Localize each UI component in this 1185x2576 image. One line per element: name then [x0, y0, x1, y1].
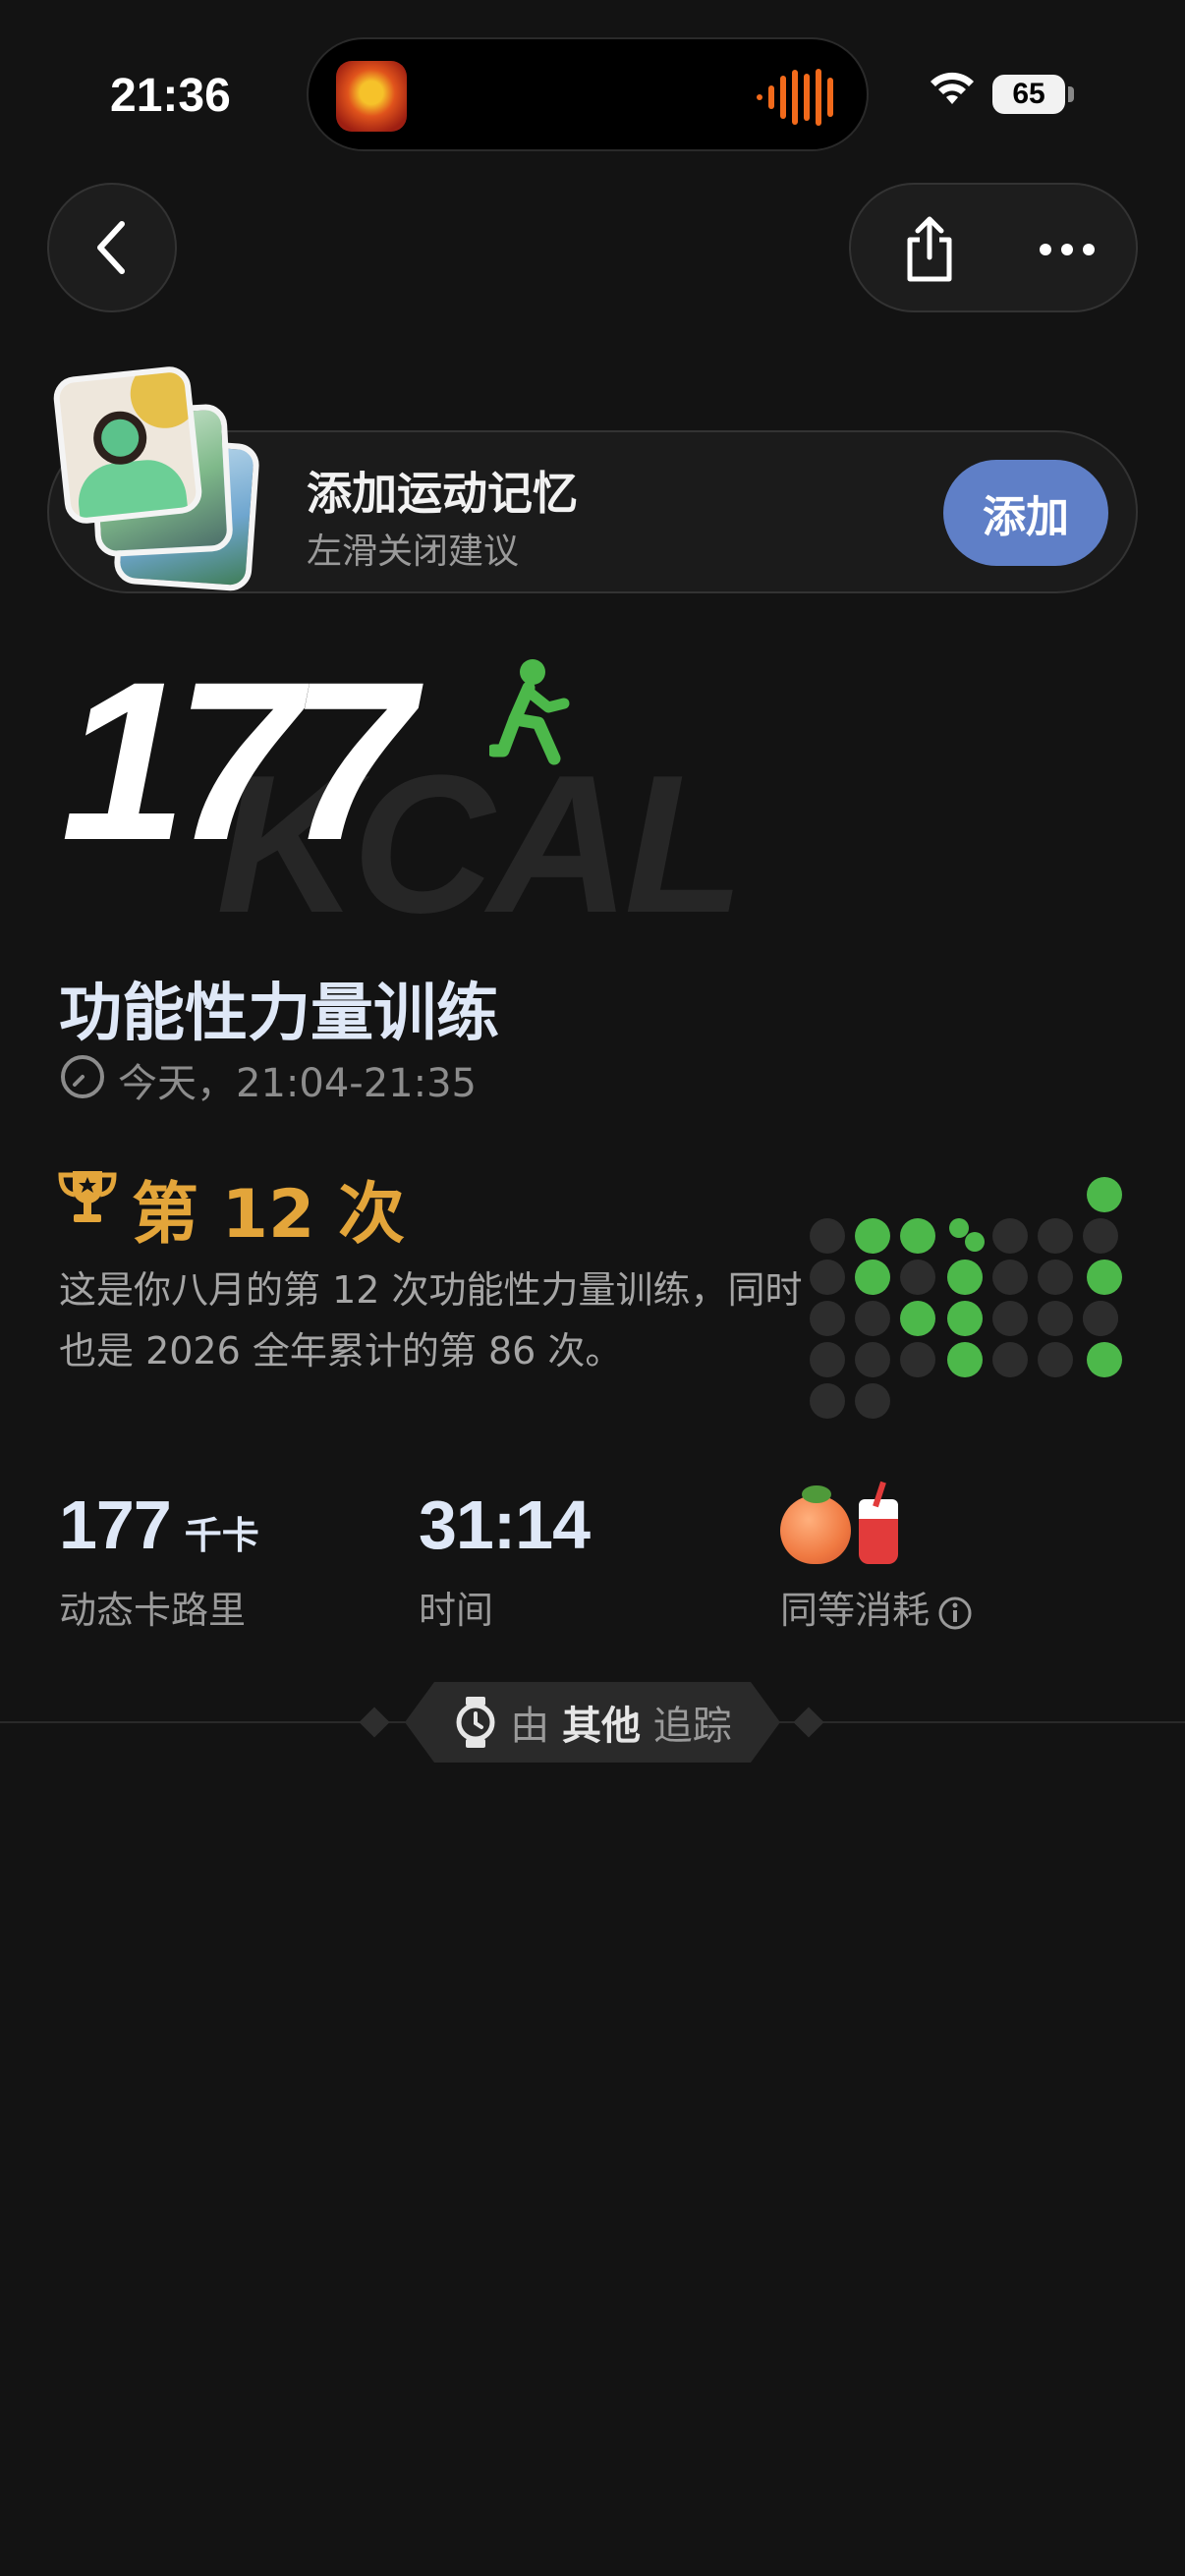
calorie-hero: KCAL 177: [0, 629, 1185, 943]
battery-nub: [1068, 86, 1074, 102]
status-time: 21:36: [110, 70, 231, 122]
monthly-activity-dots: [808, 1175, 1142, 1421]
trophy-icon: [58, 1171, 117, 1222]
more-dot-icon: [1061, 244, 1073, 255]
workout-rank-description: 这是你八月的第 12 次功能性力量训练，同时也是 2026 全年累计的第 86 …: [59, 1268, 803, 1372]
share-button[interactable]: [886, 206, 973, 293]
active-calories-number: 177: [59, 1486, 172, 1563]
workout-rank: 第 12 次: [132, 1176, 405, 1254]
watch-icon: [456, 1697, 495, 1748]
memory-photo-illustration: [51, 364, 204, 526]
now-playing-artwork: [336, 61, 407, 132]
tracked-by-prefix: 由: [510, 1704, 550, 1749]
equivalent-label: 同等消耗: [780, 1589, 931, 1632]
status-bar: 21:36 65: [0, 0, 1185, 187]
divider-diamond-left: [359, 1707, 390, 1738]
memory-title: 添加运动记忆: [307, 467, 578, 520]
clock-icon: [61, 1055, 104, 1098]
drink-cup-icon: [859, 1499, 898, 1564]
peach-icon: [780, 1485, 851, 1564]
strength-training-icon: [489, 659, 570, 765]
more-dot-icon: [1040, 244, 1051, 255]
active-calories-unit: 千卡: [184, 1516, 259, 1557]
info-icon[interactable]: [937, 1596, 973, 1631]
tracked-by-badge: 由 其他 追踪: [405, 1682, 780, 1763]
calorie-total: 177: [61, 635, 415, 887]
back-button[interactable]: [47, 183, 177, 312]
equivalent-label-row[interactable]: 同等消耗: [780, 1580, 973, 1634]
memory-photo-stack: [51, 364, 289, 595]
add-memory-button[interactable]: 添加: [943, 460, 1108, 566]
duration-value: 31:14: [419, 1486, 591, 1563]
workout-stats: 177 千卡 动态卡路里 31:14 时间 同等消耗: [0, 1485, 1185, 1643]
tracked-by-text: 由 其他 追踪: [510, 1694, 731, 1751]
workout-time-range: 今天，21:04-21:35: [118, 1061, 477, 1106]
divider-diamond-right: [793, 1707, 824, 1738]
dynamic-island[interactable]: [307, 37, 869, 151]
duration-label: 时间: [419, 1589, 494, 1632]
tracked-by-source: 其他: [562, 1704, 641, 1749]
audio-waveform-icon: [757, 69, 833, 126]
workout-title: 功能性力量训练: [59, 978, 499, 1050]
battery-indicator: 65: [992, 75, 1065, 114]
active-calories-value: 177 千卡: [59, 1485, 259, 1564]
equivalent-food-icons[interactable]: [780, 1485, 898, 1564]
more-button[interactable]: [1024, 206, 1110, 293]
active-calories-label: 动态卡路里: [59, 1589, 247, 1632]
wifi-icon: [931, 72, 974, 104]
more-dot-icon: [1083, 244, 1095, 255]
memory-subtitle: 左滑关闭建议: [307, 532, 520, 572]
share-icon: [907, 216, 952, 282]
nav-action-group: [849, 183, 1138, 312]
chevron-left-icon: [97, 221, 125, 274]
tracked-by-suffix: 追踪: [652, 1704, 732, 1749]
